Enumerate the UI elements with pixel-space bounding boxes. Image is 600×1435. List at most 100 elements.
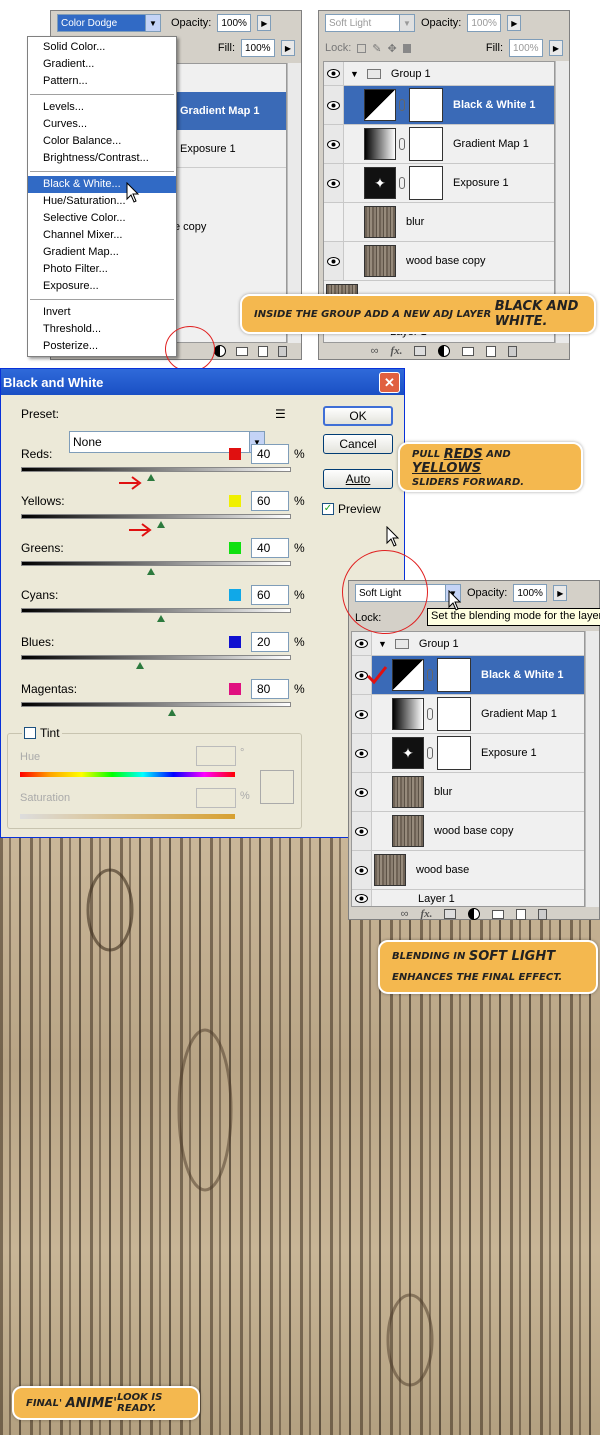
checkbox-icon[interactable] [24, 727, 36, 739]
expand-triangle-icon[interactable]: ▼ [350, 69, 359, 79]
opacity-arrow-button[interactable]: ▶ [553, 585, 568, 601]
menu-item-solid-color[interactable]: Solid Color... [28, 39, 176, 56]
layer-row-gradient-map[interactable]: Gradient Map 1 [352, 695, 584, 734]
menu-item-exposure[interactable]: Exposure... [28, 278, 176, 295]
tint-color-swatch[interactable] [260, 770, 294, 804]
slider-track[interactable] [21, 655, 291, 660]
fill-field[interactable]: 100% [241, 39, 275, 57]
layer-row-wood-base[interactable]: wood base [352, 851, 584, 890]
slider-track[interactable] [21, 608, 291, 613]
slider-track[interactable] [21, 514, 291, 519]
adjustment-layer-icon[interactable] [438, 345, 451, 357]
layer-row-gradient-map[interactable]: Gradient Map 1 [324, 125, 554, 164]
tint-checkbox[interactable]: Tint [22, 726, 62, 740]
eye-icon[interactable] [352, 632, 372, 655]
trash-icon[interactable] [538, 908, 548, 920]
adjustment-layer-icon[interactable] [214, 345, 226, 357]
preset-options-icon[interactable]: ☰ [275, 407, 286, 421]
menu-item-black-white[interactable]: Black & White... [28, 176, 176, 193]
eye-icon[interactable] [324, 164, 344, 202]
chevron-down-icon[interactable]: ▼ [399, 15, 414, 31]
new-layer-icon[interactable] [258, 345, 268, 357]
eye-icon[interactable] [324, 86, 344, 124]
eye-icon[interactable] [352, 851, 372, 889]
menu-item-posterize[interactable]: Posterize... [28, 338, 176, 355]
group-folder-icon[interactable] [462, 346, 475, 356]
opacity-field[interactable]: 100% [513, 584, 548, 602]
group-folder-icon[interactable] [236, 346, 248, 356]
menu-item-threshold[interactable]: Threshold... [28, 321, 176, 338]
menu-item-levels[interactable]: Levels... [28, 99, 176, 116]
slider-track[interactable] [21, 561, 291, 566]
slider-thumb[interactable] [135, 662, 144, 669]
fill-arrow-button[interactable]: ▶ [549, 40, 563, 56]
lock-transparency-icon[interactable] [357, 43, 367, 53]
lock-brush-icon[interactable]: ✎ [372, 42, 381, 55]
blend-mode-dropdown[interactable]: Soft Light ▼ [325, 14, 415, 32]
slider-value-field[interactable]: 40 [251, 444, 289, 464]
menu-item-pattern[interactable]: Pattern... [28, 73, 176, 90]
slider-thumb[interactable] [146, 568, 155, 575]
eye-icon[interactable] [352, 890, 372, 906]
slider-thumb[interactable] [157, 521, 166, 528]
mask-icon[interactable] [444, 909, 457, 919]
eye-icon[interactable] [352, 695, 372, 733]
group-folder-icon[interactable] [492, 909, 505, 919]
fill-arrow-button[interactable]: ▶ [281, 40, 295, 56]
checkbox-checked-icon[interactable]: ✓ [322, 503, 334, 515]
cancel-button[interactable]: Cancel [323, 434, 393, 454]
adjustment-layer-icon[interactable] [468, 908, 481, 920]
menu-item-hue-saturation[interactable]: Hue/Saturation... [28, 193, 176, 210]
slider-value-field[interactable]: 80 [251, 679, 289, 699]
fx-icon[interactable]: fx. [420, 908, 432, 920]
eye-icon[interactable] [324, 203, 344, 241]
eye-icon[interactable] [324, 62, 344, 85]
slider-value-field[interactable]: 40 [251, 538, 289, 558]
link-layers-icon[interactable]: ∞ [401, 908, 409, 920]
layer-row-wood-base-copy[interactable]: wood base copy [352, 812, 584, 851]
ok-button[interactable]: OK [323, 406, 393, 426]
menu-item-brightness-contrast[interactable]: Brightness/Contrast... [28, 150, 176, 167]
fx-icon[interactable]: fx. [390, 345, 402, 357]
blend-mode-dropdown[interactable]: Color Dodge ▼ [57, 14, 161, 32]
chevron-down-icon[interactable]: ▼ [145, 15, 160, 31]
layer-row-blur[interactable]: blur [352, 773, 584, 812]
menu-item-channel-mixer[interactable]: Channel Mixer... [28, 227, 176, 244]
saturation-slider[interactable] [20, 814, 235, 819]
layer-row-exposure[interactable]: ✦ Exposure 1 [324, 164, 554, 203]
layer-row-group[interactable]: ▼ Group 1 [324, 62, 554, 86]
lock-all-icon[interactable] [402, 43, 411, 53]
eye-icon[interactable] [352, 812, 372, 850]
slider-track[interactable] [21, 467, 291, 472]
slider-value-field[interactable]: 60 [251, 491, 289, 511]
eye-icon[interactable] [324, 125, 344, 163]
hue-slider[interactable] [20, 772, 235, 777]
layer-row-exposure[interactable]: ✦ Exposure 1 [352, 734, 584, 773]
preview-checkbox[interactable]: ✓ Preview [322, 502, 381, 516]
close-icon[interactable]: ✕ [379, 372, 400, 393]
layer-row-layer-1[interactable]: Layer 1 [352, 890, 584, 906]
menu-item-photo-filter[interactable]: Photo Filter... [28, 261, 176, 278]
slider-value-field[interactable]: 20 [251, 632, 289, 652]
new-layer-icon[interactable] [516, 908, 527, 920]
menu-item-selective-color[interactable]: Selective Color... [28, 210, 176, 227]
eye-icon[interactable] [352, 734, 372, 772]
menu-item-curves[interactable]: Curves... [28, 116, 176, 133]
saturation-field[interactable] [196, 788, 236, 808]
opacity-arrow-button[interactable]: ▶ [507, 15, 522, 31]
fill-field[interactable]: 100% [509, 39, 543, 57]
link-layers-icon[interactable]: ∞ [371, 345, 379, 357]
layer-row-blur[interactable]: blur [324, 203, 554, 242]
auto-button[interactable]: Auto [323, 469, 393, 489]
eye-icon[interactable] [324, 242, 344, 280]
slider-thumb[interactable] [157, 615, 166, 622]
opacity-field[interactable]: 100% [467, 14, 502, 32]
mask-icon[interactable] [414, 346, 427, 356]
lock-move-icon[interactable]: ✥ [388, 42, 397, 55]
menu-item-invert[interactable]: Invert [28, 304, 176, 321]
slider-value-field[interactable]: 60 [251, 585, 289, 605]
hue-field[interactable] [196, 746, 236, 766]
slider-thumb[interactable] [146, 474, 155, 481]
eye-icon[interactable] [352, 773, 372, 811]
trash-icon[interactable] [508, 345, 518, 357]
